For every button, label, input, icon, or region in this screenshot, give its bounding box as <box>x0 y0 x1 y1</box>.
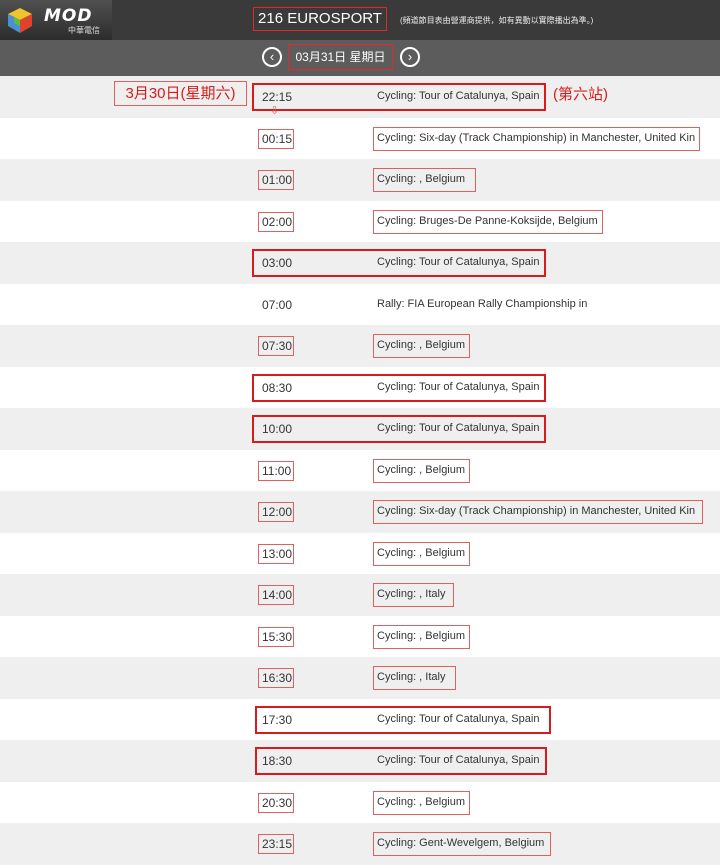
time-highlight-box <box>258 502 294 522</box>
time-highlight-box <box>258 212 294 232</box>
highlight-box <box>255 706 551 734</box>
title-highlight-box <box>373 542 470 566</box>
mod-logo: MOD 中華電信 <box>0 0 112 40</box>
schedule-row[interactable]: 23:15 Cycling: Gent-Wevelgem, Belgium <box>0 823 720 865</box>
schedule-row[interactable]: 00:15 Cycling: Six-day (Track Championshi… <box>0 118 720 160</box>
schedule-row[interactable]: 22:15 Cycling: Tour of Catalunya, Spain <box>0 76 720 118</box>
highlight-box <box>252 415 546 443</box>
time-highlight-box <box>258 544 294 564</box>
stage-annotation: (第六站) <box>553 86 608 103</box>
program-title[interactable]: Rally: FIA European Rally Championship i… <box>377 298 587 310</box>
chevron-right-icon: › <box>407 49 413 64</box>
time-highlight-box <box>258 585 294 605</box>
channel-title: 216 EUROSPORT <box>253 7 387 31</box>
schedule-row[interactable]: 17:30 Cycling: Tour of Catalunya, Spain <box>0 699 720 741</box>
highlight-box <box>252 83 546 111</box>
schedule-row[interactable]: 16:30 Cycling: , Italy <box>0 657 720 699</box>
time-highlight-box <box>258 627 294 647</box>
logo-text: MOD <box>44 6 93 26</box>
schedule-row[interactable]: 02:00 Cycling: Bruges-De Panne-Koksijde, … <box>0 201 720 243</box>
title-highlight-box <box>373 625 470 649</box>
schedule-note: (頻道節目表由營運商提供，如有異動以實際播出為準。) <box>400 16 594 25</box>
cube-icon <box>8 8 32 33</box>
title-highlight-box <box>373 832 551 856</box>
schedule-row[interactable]: 13:00 Cycling: , Belgium <box>0 533 720 575</box>
highlight-box <box>252 249 546 277</box>
weekday: 星期日 <box>349 50 386 64</box>
schedule-row[interactable]: 03:00 Cycling: Tour of Catalunya, Spain <box>0 242 720 284</box>
title-highlight-box <box>373 127 700 151</box>
title-highlight-box <box>373 168 476 192</box>
title-highlight-box <box>373 500 703 524</box>
chevron-left-icon: ‹ <box>269 49 275 64</box>
schedule-row[interactable]: 07:00 Rally: FIA European Rally Champions… <box>0 284 720 326</box>
program-time: 07:00 <box>262 298 293 312</box>
time-highlight-box <box>258 668 294 688</box>
time-highlight-box <box>258 170 294 190</box>
header-bar: MOD 中華電信 216 EUROSPORT (頻道節目表由營運商提供，如有異動… <box>0 0 720 40</box>
schedule-row[interactable]: 18:30 Cycling: Tour of Catalunya, Spain <box>0 740 720 782</box>
time-highlight-box <box>258 834 294 854</box>
title-highlight-box <box>373 666 456 690</box>
time-highlight-box <box>258 793 294 813</box>
current-date: 03月31日 星期日 <box>288 44 393 70</box>
schedule-row[interactable]: 10:00 Cycling: Tour of Catalunya, Spain <box>0 408 720 450</box>
title-highlight-box <box>373 583 454 607</box>
schedule-row[interactable]: 08:30 Cycling: Tour of Catalunya, Spain <box>0 367 720 409</box>
previous-date-annotation: 3月30日(星期六) <box>114 81 247 106</box>
schedule-row[interactable]: 11:00 Cycling: , Belgium <box>0 450 720 492</box>
highlight-box <box>252 374 546 402</box>
schedule-row[interactable]: 20:30 Cycling: , Belgium <box>0 782 720 824</box>
time-highlight-box <box>258 129 294 149</box>
schedule-row[interactable]: 12:00 Cycling: Six-day (Track Championshi… <box>0 491 720 533</box>
logo-subtext: 中華電信 <box>68 26 100 35</box>
schedule-row[interactable]: 07:30 Cycling: , Belgium <box>0 325 720 367</box>
schedule-row[interactable]: 01:00 Cycling: , Belgium <box>0 159 720 201</box>
title-highlight-box <box>373 334 470 358</box>
title-highlight-box <box>373 791 470 815</box>
schedule-row[interactable]: 15:30 Cycling: , Belgium <box>0 616 720 658</box>
title-highlight-box <box>373 459 470 483</box>
date-number: 03月31日 <box>295 50 347 64</box>
time-highlight-box <box>258 336 294 356</box>
prev-day-button[interactable]: ‹ <box>262 47 282 67</box>
schedule-row[interactable]: 14:00 Cycling: , Italy <box>0 574 720 616</box>
highlight-box <box>255 747 547 775</box>
next-day-button[interactable]: › <box>400 47 420 67</box>
down-arrow-icon: ⇩ <box>270 105 280 117</box>
time-highlight-box <box>258 461 294 481</box>
title-highlight-box <box>373 210 603 234</box>
